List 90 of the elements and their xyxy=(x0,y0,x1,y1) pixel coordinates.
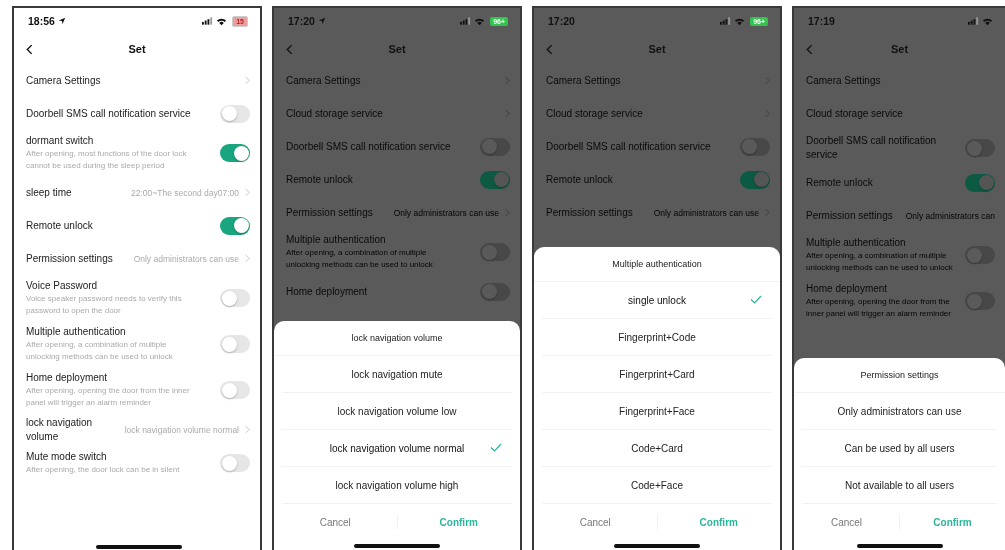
toggle-switch[interactable] xyxy=(220,104,250,123)
setting-label: Doorbell SMS call notification service xyxy=(26,106,192,121)
setting-label: Remote unlock xyxy=(26,218,94,233)
status-time: 17:20 xyxy=(288,15,315,27)
toggle-switch[interactable] xyxy=(965,139,995,157)
status-time: 18:56 xyxy=(28,15,55,27)
page-title: Set xyxy=(388,43,406,55)
wifi-icon xyxy=(982,16,993,26)
sheet-title: lock navigation volume xyxy=(274,321,520,356)
setting-label: Multiple authentication xyxy=(26,325,127,339)
setting-label: Doorbell SMS call notification service xyxy=(286,139,452,154)
cancel-button[interactable]: Cancel xyxy=(794,508,899,536)
setting-value: Only administrators can use xyxy=(393,207,499,218)
checkmark-icon xyxy=(750,295,762,304)
toggle-switch[interactable] xyxy=(220,144,250,162)
sheet-option[interactable]: lock navigation volume high xyxy=(282,467,512,504)
sheet-option[interactable]: single unlock xyxy=(542,282,772,319)
setting-label: Home deployment xyxy=(286,284,369,299)
signal-icon xyxy=(202,17,214,25)
signal-icon xyxy=(460,17,472,25)
toggle-switch[interactable] xyxy=(480,243,510,261)
sheet-option[interactable]: Code+Face xyxy=(542,467,772,504)
setting-label: Doorbell SMS call notification service xyxy=(806,134,938,162)
setting-value: lock navigation volume normal xyxy=(124,424,239,435)
setting-description: After opening, a combination of multiple unlocking methods can be used to unlock xyxy=(26,339,174,363)
sheet-title: Permission settings xyxy=(794,358,1005,393)
toggle-switch[interactable] xyxy=(480,282,510,301)
setting-label[interactable]: lock navigation volume xyxy=(26,415,119,444)
setting-label: Voice Password xyxy=(26,279,99,293)
setting-label[interactable]: Camera Settings xyxy=(26,73,101,88)
setting-label: Multiple authentication xyxy=(286,233,387,247)
wifi-icon xyxy=(474,16,486,26)
setting-label: Remote unlock xyxy=(286,172,354,187)
setting-label[interactable]: Permission settings xyxy=(26,251,113,266)
setting-description: After opening, the door lock can be in silent xyxy=(26,464,181,476)
setting-description: After opening, a combination of multiple unlocking methods can be used to unlock xyxy=(286,247,434,271)
sheet-option[interactable]: lock navigation mute xyxy=(282,356,512,393)
setting-label: Home deployment xyxy=(806,282,889,296)
setting-value: Only administrators can xyxy=(905,210,995,221)
sheet-option[interactable]: Fingerprint+Card xyxy=(542,356,772,393)
setting-label: Remote unlock xyxy=(546,172,614,187)
setting-description: After opening, opening the door from the inner panel will trigger an alarm reminder xyxy=(26,385,191,409)
sheet-option[interactable]: Fingerprint+Code xyxy=(542,319,772,356)
wifi-icon xyxy=(216,16,228,26)
sheet-option[interactable]: Not available to all users xyxy=(802,467,997,504)
page-title: Set xyxy=(648,43,666,55)
sheet-option[interactable]: Can be used by all users xyxy=(802,430,997,467)
toggle-switch[interactable] xyxy=(740,170,770,189)
toggle-switch[interactable] xyxy=(965,292,995,310)
setting-description: After opening, opening the door from the inner panel will trigger an alarm reminder xyxy=(806,296,952,320)
setting-value: Only administrators can use xyxy=(653,207,759,218)
setting-label: Doorbell SMS call notification service xyxy=(546,139,712,154)
cancel-button[interactable]: Cancel xyxy=(534,508,657,536)
setting-label: Remote unlock xyxy=(806,175,874,190)
wifi-icon xyxy=(734,16,746,26)
signal-icon xyxy=(720,17,732,25)
checkmark-icon xyxy=(490,443,502,452)
toggle-switch[interactable] xyxy=(220,289,250,307)
setting-label: Mute mode switch xyxy=(26,450,108,464)
page-title: Set xyxy=(128,43,146,55)
toggle-switch[interactable] xyxy=(965,246,995,264)
setting-value: 22:00~The second day07:00 xyxy=(131,187,239,198)
toggle-switch[interactable] xyxy=(740,137,770,156)
page-title: Set xyxy=(890,43,909,55)
sheet-title: Multiple authentication xyxy=(534,247,780,282)
status-time: 17:20 xyxy=(548,15,575,27)
toggle-switch[interactable] xyxy=(480,170,510,189)
back-icon[interactable] xyxy=(26,44,33,55)
toggle-switch[interactable] xyxy=(220,335,250,353)
cancel-button[interactable]: Cancel xyxy=(274,508,397,536)
toggle-switch[interactable] xyxy=(220,454,250,472)
toggle-switch[interactable] xyxy=(965,173,995,192)
sheet-option[interactable]: lock navigation volume low xyxy=(282,393,512,430)
setting-description: After opening, most functions of the door lock cannot be used during the sleep period xyxy=(26,148,188,172)
setting-label: Home deployment xyxy=(26,371,109,385)
setting-description: After opening, a combination of multiple unlocking methods can be used to unlock xyxy=(806,250,954,274)
sheet-option[interactable]: Code+Card xyxy=(542,430,772,467)
toggle-switch[interactable] xyxy=(480,137,510,156)
setting-label[interactable]: sleep time xyxy=(26,185,72,200)
toggle-switch[interactable] xyxy=(220,381,250,399)
setting-label: dormant switch xyxy=(26,134,95,148)
setting-label: Multiple authentication xyxy=(806,236,907,250)
signal-icon xyxy=(968,17,979,25)
setting-description: Voice speaker password needs to verify this password to open the door xyxy=(26,293,183,317)
status-time: 17:19 xyxy=(808,15,835,27)
toggle-switch[interactable] xyxy=(220,216,250,235)
sheet-option[interactable]: Fingerprint+Face xyxy=(542,393,772,430)
sheet-option[interactable]: lock navigation volume normal xyxy=(282,430,512,467)
setting-value: Only administrators can use xyxy=(133,253,239,264)
sheet-option[interactable]: Only administrators can use xyxy=(802,393,997,430)
